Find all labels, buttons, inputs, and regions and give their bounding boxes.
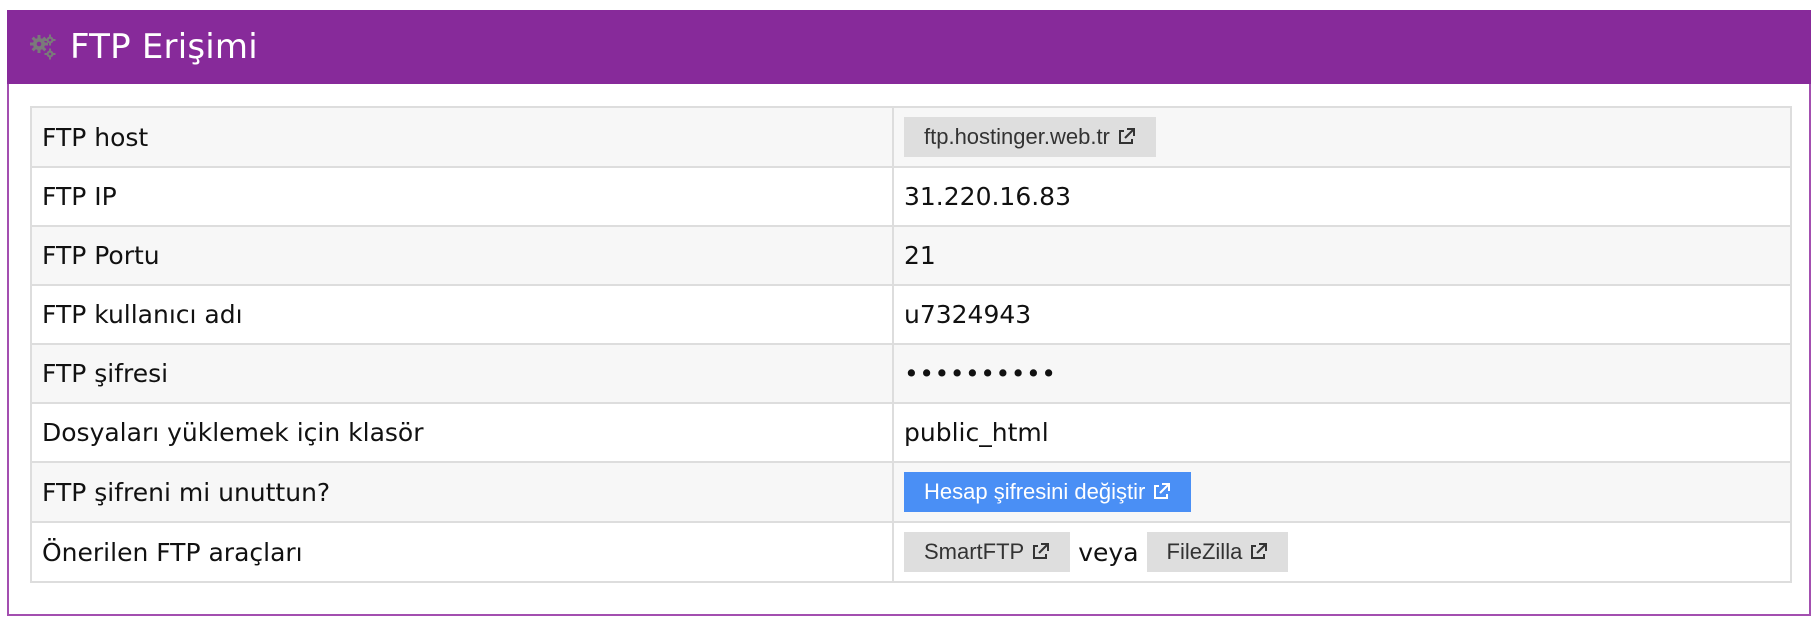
smartftp-button-label: SmartFTP [924, 539, 1025, 564]
ftp-host-button[interactable]: ftp.hostinger.web.tr [904, 117, 1156, 157]
row-value: SmartFTP veya FileZilla [892, 521, 1792, 583]
row-value: public_html [892, 402, 1792, 463]
table-row: FTP Portu 21 [30, 225, 1792, 286]
table-row: Dosyaları yüklemek için klasör public_ht… [30, 402, 1792, 463]
table-row: FTP şifresi •••••••••• [30, 343, 1792, 404]
table-row: Önerilen FTP araçları SmartFTP veya File… [30, 521, 1792, 583]
table-row: FTP host ftp.hostinger.web.tr [30, 106, 1792, 168]
row-label: FTP şifresi [30, 343, 894, 404]
row-label: FTP kullanıcı adı [30, 284, 894, 345]
row-value: 21 [892, 225, 1792, 286]
change-password-button[interactable]: Hesap şifresini değiştir [904, 472, 1192, 512]
ftp-host-button-label: ftp.hostinger.web.tr [924, 124, 1110, 149]
filezilla-button-label: FileZilla [1166, 539, 1243, 564]
row-label: FTP host [30, 106, 894, 168]
table-row: FTP şifreni mi unuttun? Hesap şifresini … [30, 461, 1792, 523]
gears-icon [28, 32, 58, 62]
row-label: Dosyaları yüklemek için klasör [30, 402, 894, 463]
external-link-icon [1151, 482, 1171, 502]
row-value: u7324943 [892, 284, 1792, 345]
row-label: FTP şifreni mi unuttun? [30, 461, 894, 523]
row-label: FTP IP [30, 166, 894, 227]
external-link-icon [1030, 542, 1050, 562]
external-link-icon [1116, 127, 1136, 147]
panel-title: FTP Erişimi [70, 27, 258, 67]
panel-header: FTP Erişimi [7, 10, 1811, 84]
row-value: Hesap şifresini değiştir [892, 461, 1792, 523]
row-label: Önerilen FTP araçları [30, 521, 894, 583]
row-value: •••••••••• [892, 343, 1792, 404]
smartftp-button[interactable]: SmartFTP [904, 532, 1071, 572]
row-value: 31.220.16.83 [892, 166, 1792, 227]
table-row: FTP IP 31.220.16.83 [30, 166, 1792, 227]
separator-text: veya [1078, 537, 1139, 567]
filezilla-button[interactable]: FileZilla [1146, 532, 1289, 572]
table-row: FTP kullanıcı adı u7324943 [30, 284, 1792, 345]
ftp-access-panel: FTP Erişimi FTP host ftp.hostinger.web.t… [7, 10, 1811, 616]
external-link-icon [1248, 542, 1268, 562]
row-label: FTP Portu [30, 225, 894, 286]
row-value: ftp.hostinger.web.tr [892, 106, 1792, 168]
ftp-details-table: FTP host ftp.hostinger.web.tr FTP IP 31.… [30, 106, 1792, 583]
change-password-button-label: Hesap şifresini değiştir [924, 479, 1146, 504]
